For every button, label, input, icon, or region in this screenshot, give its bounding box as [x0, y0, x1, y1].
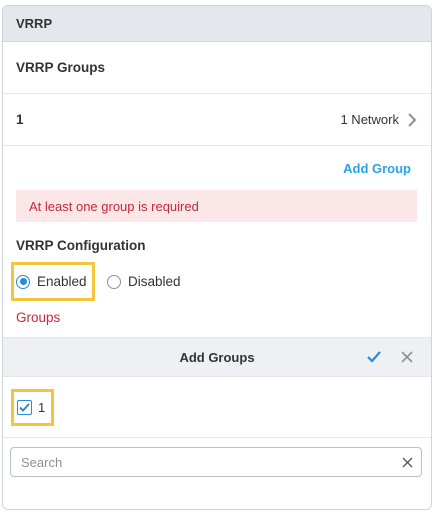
radio-enabled[interactable]: Enabled — [16, 274, 87, 289]
radio-disabled-indicator[interactable] — [107, 274, 121, 289]
add-groups-header: Add Groups — [3, 337, 431, 377]
confirm-check-icon[interactable] — [367, 351, 381, 363]
search-box — [10, 447, 422, 477]
group-id: 1 — [16, 112, 24, 127]
radio-enabled-indicator[interactable] — [16, 274, 30, 289]
panel-title: VRRP — [16, 16, 53, 31]
radio-enabled-label: Enabled — [37, 274, 87, 289]
error-message: At least one group is required — [29, 198, 199, 214]
group-row[interactable]: 1 1 Network — [3, 94, 431, 146]
radio-disabled[interactable]: Disabled — [107, 274, 181, 289]
radio-disabled-label: Disabled — [128, 274, 181, 289]
divider — [3, 437, 431, 438]
search-input[interactable] — [21, 454, 402, 470]
vrrp-config-radio-group: Enabled Disabled — [3, 262, 431, 301]
vrrp-groups-title: VRRP Groups — [3, 42, 431, 94]
group-network-link[interactable]: 1 Network — [340, 112, 417, 127]
vrrp-configuration-title: VRRP Configuration — [16, 238, 146, 253]
group-checkbox-item[interactable]: 1 — [17, 400, 45, 415]
group-checkbox-label: 1 — [38, 400, 46, 415]
clear-search-icon[interactable] — [402, 457, 413, 468]
add-group-container: Add Group — [3, 146, 431, 184]
error-banner: At least one group is required — [16, 190, 417, 222]
group-checkbox-list: 1 — [3, 377, 431, 437]
group-checkbox[interactable] — [17, 400, 32, 415]
panel-header: VRRP — [3, 6, 431, 42]
group-network-count: 1 Network — [340, 112, 399, 127]
groups-label: Groups — [16, 310, 61, 325]
vrrp-panel: VRRP VRRP Groups 1 1 Network Add Group A… — [2, 5, 432, 510]
section-title-text: VRRP Groups — [16, 60, 106, 75]
checkmark-icon — [19, 403, 30, 412]
close-icon[interactable] — [401, 351, 413, 363]
chevron-right-icon — [408, 112, 417, 127]
add-group-link[interactable]: Add Group — [343, 161, 411, 176]
